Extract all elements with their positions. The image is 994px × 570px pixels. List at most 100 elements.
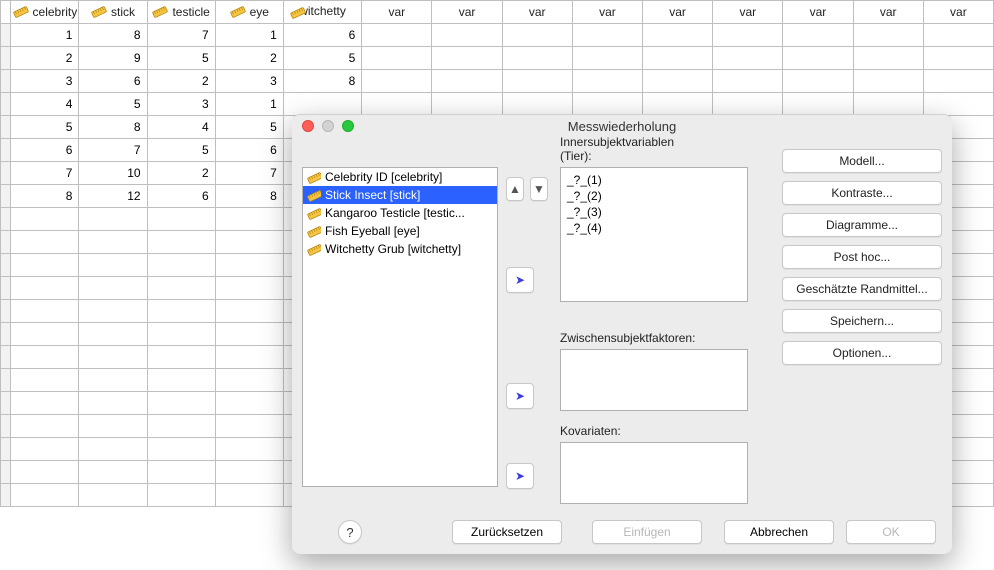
cell[interactable] — [79, 484, 147, 507]
cell[interactable] — [147, 277, 215, 300]
col-header-testicle[interactable]: testicle — [147, 1, 215, 24]
cell[interactable] — [147, 231, 215, 254]
variable-item[interactable]: Stick Insect [stick] — [303, 186, 497, 204]
row-header[interactable] — [1, 392, 11, 415]
row-header[interactable] — [1, 24, 11, 47]
cell[interactable] — [362, 70, 432, 93]
cell[interactable] — [79, 254, 147, 277]
reset-button[interactable]: Zurücksetzen — [452, 520, 562, 544]
row-header[interactable] — [1, 47, 11, 70]
cell[interactable]: 1 — [215, 24, 283, 47]
move-up-button[interactable]: ▲ — [506, 177, 524, 201]
cell[interactable] — [215, 415, 283, 438]
cell[interactable] — [147, 300, 215, 323]
cell[interactable] — [79, 323, 147, 346]
row-header[interactable] — [1, 323, 11, 346]
cell[interactable]: 8 — [79, 116, 147, 139]
cell[interactable] — [502, 47, 572, 70]
cancel-button[interactable]: Abbrechen — [724, 520, 834, 544]
col-header-empty[interactable]: var — [502, 1, 572, 24]
cell[interactable]: 4 — [147, 116, 215, 139]
optionen-button[interactable]: Optionen... — [782, 341, 942, 365]
cell[interactable] — [147, 461, 215, 484]
cell[interactable]: 5 — [79, 93, 147, 116]
modell-button[interactable]: Modell... — [782, 149, 942, 173]
cell[interactable]: 5 — [215, 116, 283, 139]
row-header[interactable] — [1, 461, 11, 484]
row-header[interactable] — [1, 484, 11, 507]
cell[interactable] — [215, 231, 283, 254]
cell[interactable] — [853, 24, 923, 47]
row-header[interactable] — [1, 438, 11, 461]
col-header-empty[interactable]: var — [713, 1, 783, 24]
cell[interactable]: 2 — [215, 47, 283, 70]
row-header[interactable] — [1, 369, 11, 392]
cell[interactable] — [783, 24, 853, 47]
cell[interactable] — [79, 438, 147, 461]
cell[interactable] — [572, 47, 642, 70]
cell[interactable]: 8 — [79, 24, 147, 47]
cell[interactable]: 7 — [215, 162, 283, 185]
cell[interactable] — [502, 24, 572, 47]
row-header[interactable] — [1, 231, 11, 254]
cell[interactable] — [432, 70, 502, 93]
row-header[interactable] — [1, 162, 11, 185]
cell[interactable] — [923, 24, 993, 47]
cell[interactable]: 6 — [215, 139, 283, 162]
cell[interactable] — [147, 208, 215, 231]
row-header[interactable] — [1, 70, 11, 93]
cell[interactable] — [11, 323, 79, 346]
row-header[interactable] — [1, 254, 11, 277]
cell[interactable] — [79, 300, 147, 323]
cell[interactable] — [147, 346, 215, 369]
cell[interactable]: 3 — [147, 93, 215, 116]
cell[interactable] — [215, 254, 283, 277]
cell[interactable]: 7 — [11, 162, 79, 185]
move-down-button[interactable]: ▼ — [530, 177, 548, 201]
assign-between-button[interactable]: ➤ — [506, 383, 534, 409]
variable-item[interactable]: Witchetty Grub [witchetty] — [303, 240, 497, 258]
help-button[interactable]: ? — [338, 520, 362, 544]
cell[interactable]: 6 — [11, 139, 79, 162]
speichern-button[interactable]: Speichern... — [782, 309, 942, 333]
cell[interactable] — [11, 346, 79, 369]
cell[interactable] — [783, 93, 853, 116]
col-header-empty[interactable]: var — [783, 1, 853, 24]
cell[interactable] — [215, 346, 283, 369]
cell[interactable] — [11, 300, 79, 323]
cell[interactable]: 5 — [147, 139, 215, 162]
cell[interactable] — [11, 208, 79, 231]
source-variable-list[interactable]: Celebrity ID [celebrity]Stick Insect [st… — [302, 167, 498, 487]
post-hoc-button[interactable]: Post hoc... — [782, 245, 942, 269]
cell[interactable] — [147, 484, 215, 507]
variable-item[interactable]: Fish Eyeball [eye] — [303, 222, 497, 240]
cell[interactable] — [643, 24, 713, 47]
col-header-empty[interactable]: var — [643, 1, 713, 24]
cell[interactable] — [215, 484, 283, 507]
cell[interactable] — [783, 47, 853, 70]
between-subject-list[interactable] — [560, 349, 748, 411]
cell[interactable] — [362, 93, 432, 116]
cell[interactable]: 12 — [79, 185, 147, 208]
cell[interactable] — [11, 231, 79, 254]
cell[interactable]: 7 — [79, 139, 147, 162]
row-header[interactable] — [1, 93, 11, 116]
col-header-empty[interactable]: var — [572, 1, 642, 24]
cell[interactable]: 8 — [283, 70, 361, 93]
cell[interactable]: 4 — [11, 93, 79, 116]
row-header[interactable] — [1, 208, 11, 231]
cell[interactable]: 1 — [215, 93, 283, 116]
cell[interactable]: 6 — [147, 185, 215, 208]
cell[interactable] — [502, 93, 572, 116]
row-header[interactable] — [1, 346, 11, 369]
cell[interactable]: 5 — [11, 116, 79, 139]
cell[interactable] — [853, 93, 923, 116]
cell[interactable] — [362, 47, 432, 70]
cell[interactable] — [283, 93, 361, 116]
cell[interactable] — [215, 369, 283, 392]
ok-button[interactable]: OK — [846, 520, 936, 544]
cell[interactable] — [79, 231, 147, 254]
cell[interactable] — [572, 93, 642, 116]
cell[interactable] — [147, 254, 215, 277]
close-icon[interactable] — [302, 120, 314, 132]
